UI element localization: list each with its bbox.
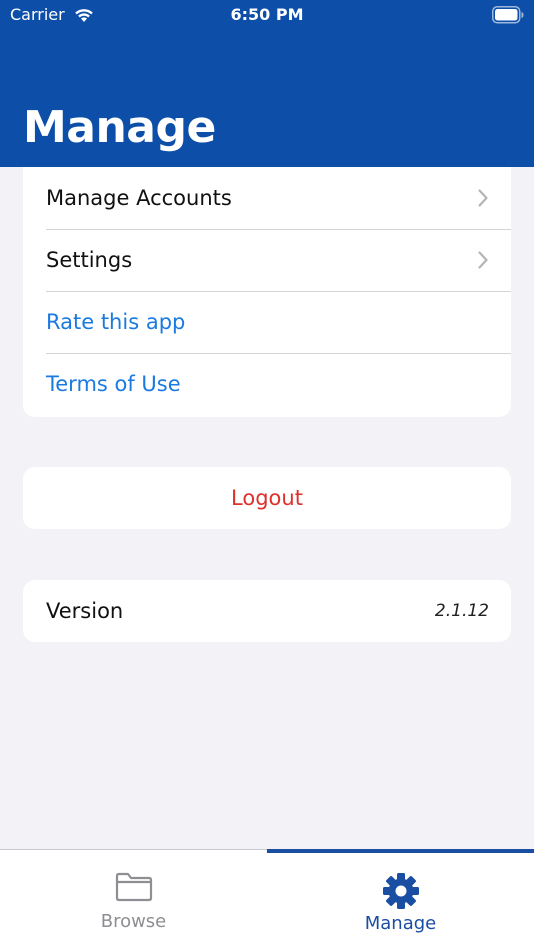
version-value: 2.1.12 xyxy=(434,601,489,621)
manage-menu: Manage Accounts Settings Rate this app T… xyxy=(23,167,511,417)
menu-item-label: Settings xyxy=(46,248,133,272)
page-title: Manage xyxy=(23,102,216,153)
menu-item-settings[interactable]: Settings xyxy=(23,229,511,291)
tab-label: Manage xyxy=(364,913,437,934)
menu-item-manage-accounts[interactable]: Manage Accounts xyxy=(23,167,511,229)
folder-icon xyxy=(115,872,152,902)
menu-item-label: Rate this app xyxy=(46,310,186,334)
status-bar: Carrier 6:50 PM xyxy=(0,0,534,32)
logout-card: Logout xyxy=(23,467,511,529)
clock: 6:50 PM xyxy=(230,5,304,24)
tab-browse[interactable]: Browse xyxy=(0,850,267,951)
version-row: Version 2.1.12 xyxy=(23,580,511,642)
logout-button[interactable]: Logout xyxy=(23,467,511,529)
version-card: Version 2.1.12 xyxy=(23,580,511,642)
gear-icon xyxy=(382,873,419,909)
tab-label: Browse xyxy=(100,911,167,932)
menu-item-label: Terms of Use xyxy=(46,372,181,396)
menu-item-rate-app[interactable]: Rate this app xyxy=(23,291,511,353)
version-label: Version xyxy=(46,599,124,623)
chevron-right-icon xyxy=(478,189,488,207)
header: Carrier 6:50 PM Manage xyxy=(0,0,534,167)
chevron-right-icon xyxy=(478,251,488,269)
menu-item-terms-of-use[interactable]: Terms of Use xyxy=(23,353,511,415)
menu-item-label: Manage Accounts xyxy=(46,186,232,210)
battery-icon xyxy=(492,6,524,24)
tab-manage[interactable]: Manage xyxy=(267,850,534,951)
tab-bar: Browse Manage xyxy=(0,849,534,951)
